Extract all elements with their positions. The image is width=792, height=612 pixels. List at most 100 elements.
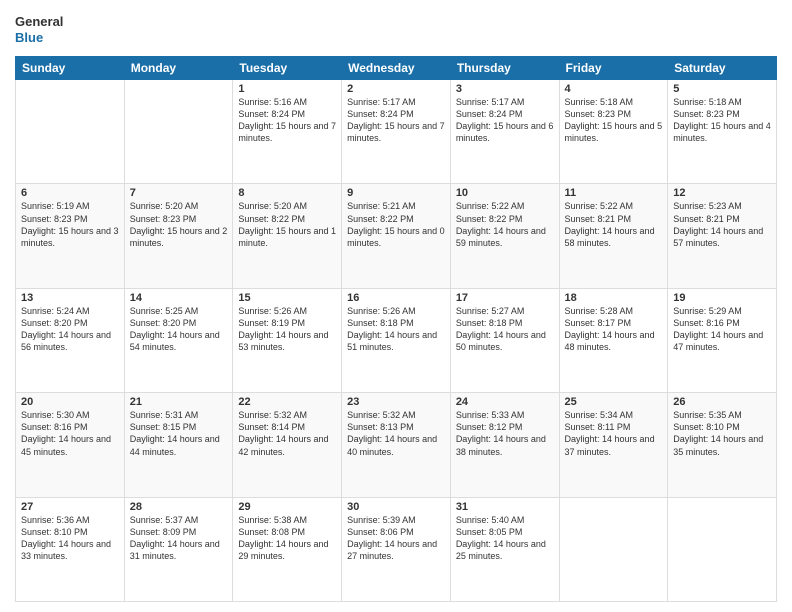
day-cell: 24Sunrise: 5:33 AM Sunset: 8:12 PM Dayli… — [450, 393, 559, 497]
day-cell — [124, 80, 233, 184]
day-info: Sunrise: 5:36 AM Sunset: 8:10 PM Dayligh… — [21, 514, 119, 563]
day-info: Sunrise: 5:30 AM Sunset: 8:16 PM Dayligh… — [21, 409, 119, 458]
day-info: Sunrise: 5:32 AM Sunset: 8:14 PM Dayligh… — [238, 409, 336, 458]
week-row-1: 1Sunrise: 5:16 AM Sunset: 8:24 PM Daylig… — [16, 80, 777, 184]
day-cell: 12Sunrise: 5:23 AM Sunset: 8:21 PM Dayli… — [668, 184, 777, 288]
day-number: 17 — [456, 292, 554, 304]
day-cell — [668, 497, 777, 601]
day-number: 3 — [456, 83, 554, 95]
day-number: 21 — [130, 396, 228, 408]
day-info: Sunrise: 5:31 AM Sunset: 8:15 PM Dayligh… — [130, 409, 228, 458]
day-number: 12 — [673, 187, 771, 199]
day-info: Sunrise: 5:23 AM Sunset: 8:21 PM Dayligh… — [673, 200, 771, 249]
svg-text:Blue: Blue — [15, 30, 43, 45]
day-cell — [16, 80, 125, 184]
day-info: Sunrise: 5:16 AM Sunset: 8:24 PM Dayligh… — [238, 96, 336, 145]
day-info: Sunrise: 5:18 AM Sunset: 8:23 PM Dayligh… — [673, 96, 771, 145]
calendar: SundayMondayTuesdayWednesdayThursdayFrid… — [15, 56, 777, 602]
day-info: Sunrise: 5:25 AM Sunset: 8:20 PM Dayligh… — [130, 305, 228, 354]
day-info: Sunrise: 5:20 AM Sunset: 8:23 PM Dayligh… — [130, 200, 228, 249]
week-row-5: 27Sunrise: 5:36 AM Sunset: 8:10 PM Dayli… — [16, 497, 777, 601]
day-cell: 1Sunrise: 5:16 AM Sunset: 8:24 PM Daylig… — [233, 80, 342, 184]
day-info: Sunrise: 5:27 AM Sunset: 8:18 PM Dayligh… — [456, 305, 554, 354]
day-number: 8 — [238, 187, 336, 199]
day-number: 14 — [130, 292, 228, 304]
day-cell: 25Sunrise: 5:34 AM Sunset: 8:11 PM Dayli… — [559, 393, 668, 497]
logo: General Blue — [15, 10, 70, 48]
day-number: 24 — [456, 396, 554, 408]
day-info: Sunrise: 5:17 AM Sunset: 8:24 PM Dayligh… — [456, 96, 554, 145]
day-header-thursday: Thursday — [450, 57, 559, 80]
day-number: 2 — [347, 83, 445, 95]
day-header-tuesday: Tuesday — [233, 57, 342, 80]
day-info: Sunrise: 5:33 AM Sunset: 8:12 PM Dayligh… — [456, 409, 554, 458]
day-info: Sunrise: 5:35 AM Sunset: 8:10 PM Dayligh… — [673, 409, 771, 458]
day-cell: 19Sunrise: 5:29 AM Sunset: 8:16 PM Dayli… — [668, 288, 777, 392]
day-number: 11 — [565, 187, 663, 199]
day-cell: 11Sunrise: 5:22 AM Sunset: 8:21 PM Dayli… — [559, 184, 668, 288]
day-number: 28 — [130, 501, 228, 513]
day-cell: 14Sunrise: 5:25 AM Sunset: 8:20 PM Dayli… — [124, 288, 233, 392]
day-number: 1 — [238, 83, 336, 95]
day-info: Sunrise: 5:20 AM Sunset: 8:22 PM Dayligh… — [238, 200, 336, 249]
week-row-2: 6Sunrise: 5:19 AM Sunset: 8:23 PM Daylig… — [16, 184, 777, 288]
day-cell: 27Sunrise: 5:36 AM Sunset: 8:10 PM Dayli… — [16, 497, 125, 601]
day-number: 9 — [347, 187, 445, 199]
day-number: 4 — [565, 83, 663, 95]
day-number: 22 — [238, 396, 336, 408]
day-info: Sunrise: 5:37 AM Sunset: 8:09 PM Dayligh… — [130, 514, 228, 563]
day-cell: 3Sunrise: 5:17 AM Sunset: 8:24 PM Daylig… — [450, 80, 559, 184]
day-cell: 26Sunrise: 5:35 AM Sunset: 8:10 PM Dayli… — [668, 393, 777, 497]
day-info: Sunrise: 5:34 AM Sunset: 8:11 PM Dayligh… — [565, 409, 663, 458]
day-info: Sunrise: 5:24 AM Sunset: 8:20 PM Dayligh… — [21, 305, 119, 354]
day-number: 29 — [238, 501, 336, 513]
calendar-header-row: SundayMondayTuesdayWednesdayThursdayFrid… — [16, 57, 777, 80]
day-number: 6 — [21, 187, 119, 199]
day-number: 30 — [347, 501, 445, 513]
day-cell: 4Sunrise: 5:18 AM Sunset: 8:23 PM Daylig… — [559, 80, 668, 184]
day-cell: 5Sunrise: 5:18 AM Sunset: 8:23 PM Daylig… — [668, 80, 777, 184]
logo-svg: General Blue — [15, 10, 70, 48]
day-number: 26 — [673, 396, 771, 408]
day-number: 15 — [238, 292, 336, 304]
day-number: 10 — [456, 187, 554, 199]
day-cell: 2Sunrise: 5:17 AM Sunset: 8:24 PM Daylig… — [342, 80, 451, 184]
day-cell: 13Sunrise: 5:24 AM Sunset: 8:20 PM Dayli… — [16, 288, 125, 392]
day-number: 16 — [347, 292, 445, 304]
day-cell: 30Sunrise: 5:39 AM Sunset: 8:06 PM Dayli… — [342, 497, 451, 601]
day-info: Sunrise: 5:39 AM Sunset: 8:06 PM Dayligh… — [347, 514, 445, 563]
day-number: 27 — [21, 501, 119, 513]
day-number: 23 — [347, 396, 445, 408]
day-cell: 28Sunrise: 5:37 AM Sunset: 8:09 PM Dayli… — [124, 497, 233, 601]
day-number: 31 — [456, 501, 554, 513]
page: General Blue SundayMondayTuesdayWednesda… — [0, 0, 792, 612]
day-cell: 21Sunrise: 5:31 AM Sunset: 8:15 PM Dayli… — [124, 393, 233, 497]
day-cell: 22Sunrise: 5:32 AM Sunset: 8:14 PM Dayli… — [233, 393, 342, 497]
day-info: Sunrise: 5:19 AM Sunset: 8:23 PM Dayligh… — [21, 200, 119, 249]
day-number: 19 — [673, 292, 771, 304]
week-row-4: 20Sunrise: 5:30 AM Sunset: 8:16 PM Dayli… — [16, 393, 777, 497]
day-number: 5 — [673, 83, 771, 95]
day-header-friday: Friday — [559, 57, 668, 80]
day-cell: 20Sunrise: 5:30 AM Sunset: 8:16 PM Dayli… — [16, 393, 125, 497]
svg-text:General: General — [15, 14, 63, 29]
day-info: Sunrise: 5:22 AM Sunset: 8:22 PM Dayligh… — [456, 200, 554, 249]
day-number: 25 — [565, 396, 663, 408]
header: General Blue — [15, 10, 777, 48]
day-info: Sunrise: 5:29 AM Sunset: 8:16 PM Dayligh… — [673, 305, 771, 354]
week-row-3: 13Sunrise: 5:24 AM Sunset: 8:20 PM Dayli… — [16, 288, 777, 392]
day-cell: 17Sunrise: 5:27 AM Sunset: 8:18 PM Dayli… — [450, 288, 559, 392]
day-cell: 23Sunrise: 5:32 AM Sunset: 8:13 PM Dayli… — [342, 393, 451, 497]
day-info: Sunrise: 5:18 AM Sunset: 8:23 PM Dayligh… — [565, 96, 663, 145]
day-cell: 29Sunrise: 5:38 AM Sunset: 8:08 PM Dayli… — [233, 497, 342, 601]
day-info: Sunrise: 5:26 AM Sunset: 8:19 PM Dayligh… — [238, 305, 336, 354]
day-header-sunday: Sunday — [16, 57, 125, 80]
day-cell: 15Sunrise: 5:26 AM Sunset: 8:19 PM Dayli… — [233, 288, 342, 392]
day-info: Sunrise: 5:32 AM Sunset: 8:13 PM Dayligh… — [347, 409, 445, 458]
day-number: 20 — [21, 396, 119, 408]
day-cell: 16Sunrise: 5:26 AM Sunset: 8:18 PM Dayli… — [342, 288, 451, 392]
day-number: 18 — [565, 292, 663, 304]
day-info: Sunrise: 5:17 AM Sunset: 8:24 PM Dayligh… — [347, 96, 445, 145]
day-info: Sunrise: 5:38 AM Sunset: 8:08 PM Dayligh… — [238, 514, 336, 563]
day-cell: 10Sunrise: 5:22 AM Sunset: 8:22 PM Dayli… — [450, 184, 559, 288]
